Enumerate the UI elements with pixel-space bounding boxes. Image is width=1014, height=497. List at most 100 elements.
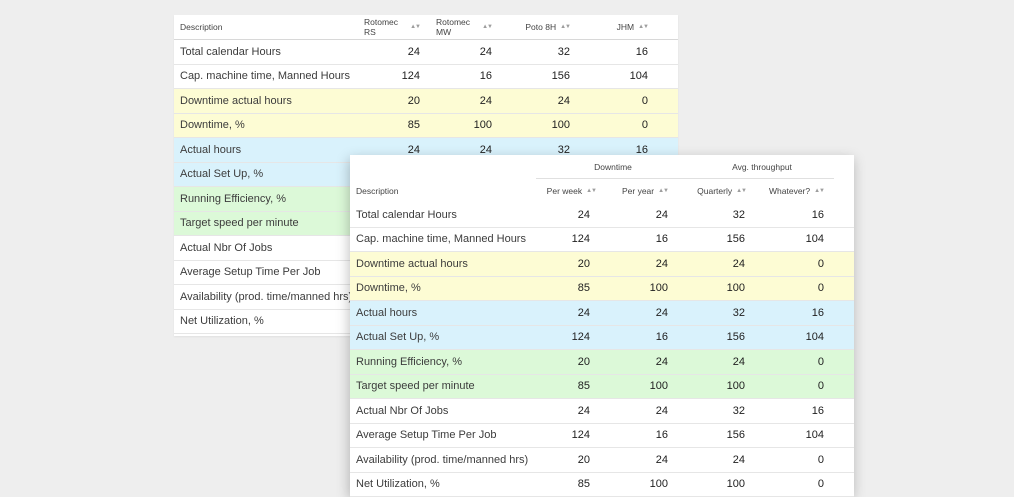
row-value: 32 bbox=[514, 40, 570, 64]
row-value: 156 bbox=[514, 65, 570, 89]
table-row[interactable]: Downtime actual hours2024240 bbox=[174, 89, 678, 114]
row-value: 24 bbox=[436, 89, 492, 113]
table-row[interactable]: Downtime actual hours2024240 bbox=[350, 252, 854, 277]
sort-arrows-icon[interactable]: ▲▼ bbox=[410, 24, 420, 30]
header-rotomec-rs[interactable]: Rotomec RS▲▼ bbox=[364, 15, 420, 39]
header-label: Poto 8H bbox=[525, 22, 556, 32]
row-description: Cap. machine time, Manned Hours bbox=[356, 228, 526, 252]
header-per-week[interactable]: Per week▲▼ bbox=[540, 179, 596, 203]
table-row[interactable]: Downtime, %851001000 bbox=[350, 277, 854, 302]
row-value: 0 bbox=[592, 114, 648, 138]
row-value: 20 bbox=[540, 350, 590, 374]
row-value: 24 bbox=[618, 448, 668, 472]
row-value: 24 bbox=[618, 203, 668, 227]
table-row[interactable]: Actual Set Up, %12416156104 bbox=[350, 326, 854, 351]
table-grouped: Downtime Avg. throughput Description Per… bbox=[350, 155, 854, 495]
row-description: Total calendar Hours bbox=[356, 203, 457, 227]
header-label: Per year bbox=[622, 186, 654, 196]
table-row[interactable]: Actual hours24243216 bbox=[350, 301, 854, 326]
header-whatever[interactable]: Whatever? ▲▼ bbox=[768, 179, 824, 203]
row-value: 16 bbox=[770, 399, 824, 423]
header-label: JHM bbox=[617, 22, 634, 32]
row-value: 32 bbox=[695, 399, 745, 423]
row-value: 32 bbox=[695, 301, 745, 325]
sort-arrows-icon[interactable]: ▲▼ bbox=[586, 188, 596, 194]
group-header: Downtime Avg. throughput bbox=[350, 155, 854, 179]
row-value: 100 bbox=[695, 277, 745, 301]
row-value: 20 bbox=[540, 448, 590, 472]
row-description: Target speed per minute bbox=[356, 375, 475, 399]
row-description: Running Efficiency, % bbox=[180, 187, 286, 211]
row-description: Total calendar Hours bbox=[180, 40, 281, 64]
sort-arrows-icon[interactable]: ▲▼ bbox=[638, 24, 648, 30]
header-per-year[interactable]: Per year ▲▼ bbox=[612, 179, 668, 203]
row-value: 20 bbox=[540, 252, 590, 276]
table-row[interactable]: Downtime, %851001000 bbox=[174, 114, 678, 139]
row-value: 24 bbox=[618, 252, 668, 276]
sort-arrows-icon[interactable]: ▲▼ bbox=[658, 188, 668, 194]
sort-arrows-icon[interactable]: ▲▼ bbox=[736, 188, 746, 194]
row-value: 124 bbox=[540, 326, 590, 350]
row-description: Downtime actual hours bbox=[356, 252, 468, 276]
row-value: 0 bbox=[770, 473, 824, 497]
table-row[interactable]: Availability (prod. time/manned hrs)2024… bbox=[350, 448, 854, 473]
header-poto-8h[interactable]: Poto 8H ▲▼ bbox=[514, 15, 570, 39]
header-description[interactable]: Description bbox=[180, 15, 223, 39]
header-jhm[interactable]: JHM ▲▼ bbox=[592, 15, 648, 39]
group-downtime: Downtime bbox=[536, 155, 690, 179]
row-value: 124 bbox=[540, 228, 590, 252]
row-value: 24 bbox=[618, 399, 668, 423]
row-value: 16 bbox=[618, 228, 668, 252]
row-value: 124 bbox=[364, 65, 420, 89]
sort-arrows-icon[interactable]: ▲▼ bbox=[560, 24, 570, 30]
row-value: 24 bbox=[618, 350, 668, 374]
row-description: Net Utilization, % bbox=[180, 310, 264, 334]
row-value: 32 bbox=[695, 203, 745, 227]
row-value: 0 bbox=[770, 277, 824, 301]
row-description: Net Utilization, % bbox=[356, 473, 440, 497]
row-description: Average Setup Time Per Job bbox=[180, 261, 320, 285]
header-label: Rotomec MW bbox=[436, 17, 478, 37]
row-value: 100 bbox=[618, 375, 668, 399]
group-avg-throughput: Avg. throughput bbox=[690, 155, 834, 179]
row-value: 156 bbox=[695, 326, 745, 350]
table-row[interactable]: Cap. machine time, Manned Hours124161561… bbox=[174, 65, 678, 90]
row-value: 156 bbox=[695, 228, 745, 252]
header-description[interactable]: Description bbox=[356, 179, 399, 203]
header-label: Description bbox=[180, 22, 223, 32]
row-description: Actual hours bbox=[356, 301, 417, 325]
row-value: 100 bbox=[514, 114, 570, 138]
table-row[interactable]: Total calendar Hours24243216 bbox=[174, 40, 678, 65]
table-row[interactable]: Actual Nbr Of Jobs24243216 bbox=[350, 399, 854, 424]
header-label: Quarterly bbox=[697, 186, 732, 196]
row-value: 100 bbox=[436, 114, 492, 138]
header-label: Whatever? bbox=[769, 186, 810, 196]
row-value: 16 bbox=[618, 424, 668, 448]
row-value: 85 bbox=[540, 277, 590, 301]
row-value: 24 bbox=[695, 448, 745, 472]
table-row[interactable]: Average Setup Time Per Job12416156104 bbox=[350, 424, 854, 449]
header-quarterly[interactable]: Quarterly ▲▼ bbox=[690, 179, 746, 203]
table-row[interactable]: Target speed per minute 85 100 100 0 bbox=[350, 375, 854, 400]
row-value: 0 bbox=[770, 375, 824, 399]
table-row[interactable]: Running Efficiency, %2024240 bbox=[350, 350, 854, 375]
row-value: 85 bbox=[540, 375, 590, 399]
row-value: 100 bbox=[695, 473, 745, 497]
sort-arrows-icon[interactable]: ▲▼ bbox=[814, 188, 824, 194]
table-row[interactable]: Total calendar Hours24243216 bbox=[350, 203, 854, 228]
header-rotomec-mw[interactable]: Rotomec MW ▲▼ bbox=[436, 15, 492, 39]
row-description: Actual Nbr Of Jobs bbox=[180, 236, 272, 260]
row-value: 24 bbox=[695, 350, 745, 374]
table-row[interactable]: Net Utilization, %851001000 bbox=[350, 473, 854, 497]
row-description: Actual Set Up, % bbox=[180, 163, 263, 187]
row-value: 0 bbox=[770, 350, 824, 374]
row-description: Downtime actual hours bbox=[180, 89, 292, 113]
row-description: Cap. machine time, Manned Hours bbox=[180, 65, 350, 89]
row-value: 85 bbox=[364, 114, 420, 138]
row-value: 0 bbox=[592, 89, 648, 113]
table-header: Description Rotomec RS▲▼ Rotomec MW ▲▼ Po… bbox=[174, 15, 678, 40]
sort-arrows-icon[interactable]: ▲▼ bbox=[482, 24, 492, 30]
table-row[interactable]: Cap. machine time, Manned Hours124161561… bbox=[350, 228, 854, 253]
row-description: Actual Set Up, % bbox=[356, 326, 439, 350]
row-value: 100 bbox=[695, 375, 745, 399]
